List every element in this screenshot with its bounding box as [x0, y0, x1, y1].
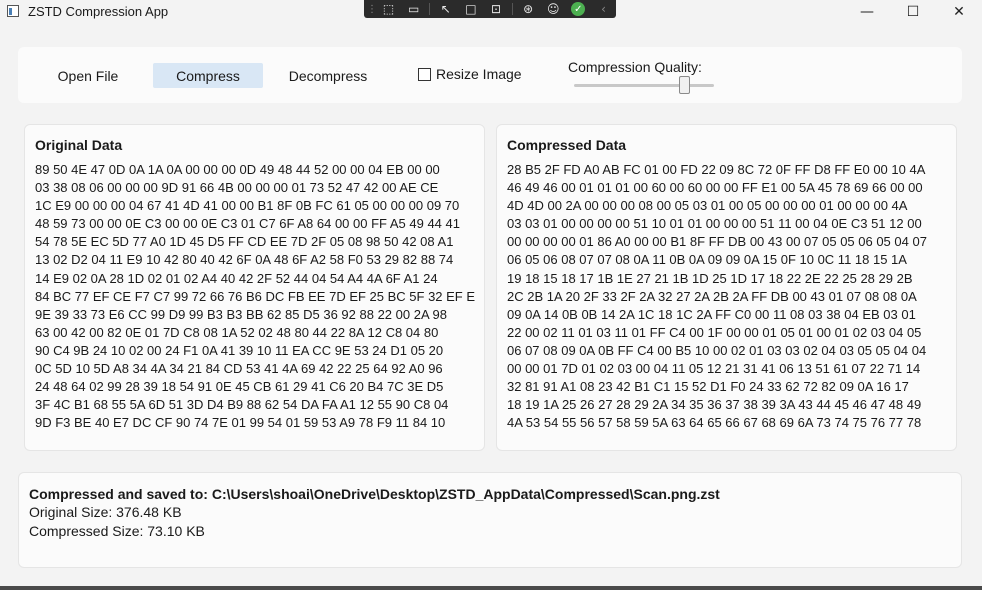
hex-line: 90 C4 9B 24 10 02 00 24 F1 0A 41 39 10 1… — [35, 342, 444, 358]
hex-line: 06 05 06 08 07 07 08 0A 11 0B 0A 09 09 0… — [507, 252, 907, 268]
close-button[interactable]: ✕ — [936, 0, 982, 24]
compression-quality-slider[interactable] — [574, 84, 714, 87]
app-icon — [7, 5, 19, 17]
compression-quality-label: Compression Quality: — [568, 59, 702, 75]
collapse-icon[interactable]: ‹ — [591, 0, 616, 18]
hex-line: 24 48 64 02 99 28 39 18 54 91 0E 45 CB 6… — [35, 379, 444, 395]
resize-image-label: Resize Image — [436, 66, 522, 82]
hex-line: 54 78 5E EC 5D 77 A0 1D 45 D5 FF CD EE 7… — [35, 234, 454, 250]
hex-line: 1C E9 00 00 00 04 67 41 4D 41 00 00 B1 8… — [35, 198, 460, 214]
resize-image-checkbox[interactable] — [418, 67, 431, 81]
compressed-size-text: Compressed Size: 73.10 KB — [29, 523, 205, 539]
original-size-text: Original Size: 376.48 KB — [29, 504, 182, 520]
hex-line: 22 00 02 11 01 03 11 01 FF C4 00 1F 00 0… — [507, 324, 922, 340]
window-capture-icon[interactable]: □ — [458, 0, 483, 18]
hex-line: 19 18 15 18 17 1B 1E 27 21 1B 1D 25 1D 1… — [507, 270, 913, 286]
toolbar-divider — [511, 3, 513, 15]
select-region-icon[interactable]: ⬚ — [376, 0, 401, 18]
decompress-button[interactable]: Decompress — [278, 63, 378, 88]
original-data-content[interactable]: 89 50 4E 47 0D 0A 1A 0A 00 00 00 0D 49 4… — [35, 161, 476, 432]
compress-button[interactable]: Compress — [153, 63, 263, 88]
hex-line: 0C 5D 10 5D A8 34 4A 34 21 84 CD 53 41 4… — [35, 361, 443, 377]
original-data-panel: Original Data 89 50 4E 47 0D 0A 1A 0A 00… — [24, 124, 485, 451]
compression-quality-slider-thumb[interactable] — [679, 76, 691, 94]
pointer-icon[interactable]: ↖ — [433, 0, 458, 18]
ai-icon[interactable]: ⊛ — [516, 0, 541, 18]
record-video-icon[interactable]: ▭ — [401, 0, 426, 18]
resize-image-option[interactable]: Resize Image — [418, 66, 522, 82]
hex-line: 13 02 D2 04 11 E9 10 42 80 40 42 6F 0A 4… — [35, 252, 454, 268]
hex-line: 00 00 01 7D 01 02 03 00 04 11 05 12 21 3… — [507, 361, 921, 377]
accessibility-icon[interactable]: ☺ — [541, 0, 566, 18]
hex-line: 03 38 08 06 00 00 00 9D 91 66 4B 00 00 0… — [35, 180, 439, 196]
compressed-data-panel: Compressed Data 28 B5 2F FD A0 AB FC 01 … — [496, 124, 957, 451]
compressed-data-content[interactable]: 28 B5 2F FD A0 AB FC 01 00 FD 22 09 8C 7… — [507, 161, 948, 432]
hex-line: 2C 2B 1A 20 2F 33 2F 2A 32 27 2A 2B 2A F… — [507, 288, 917, 304]
hex-line: 00 00 00 00 01 86 A0 00 00 B1 8F FF DB 0… — [507, 234, 927, 250]
crop-icon[interactable]: ⊡ — [483, 0, 508, 18]
open-file-button[interactable]: Open File — [48, 63, 128, 88]
hex-line: 9E 39 33 73 E6 CC 99 D9 99 B3 B3 BB 62 8… — [35, 306, 447, 322]
hex-line: 3F 4C B1 68 55 5A 6D 51 3D D4 B9 88 62 5… — [35, 397, 449, 413]
hex-line: 09 0A 14 0B 0B 14 2A 1C 18 1C 2A FF C0 0… — [507, 306, 916, 322]
original-data-title: Original Data — [35, 137, 123, 153]
toolbar-divider — [429, 3, 431, 15]
confirm-icon: ✓ — [571, 2, 586, 16]
hex-line: 46 49 46 00 01 01 01 00 60 00 60 00 00 F… — [507, 180, 923, 196]
hex-line: 63 00 42 00 82 0E 01 7D C8 08 1A 52 02 4… — [35, 324, 439, 340]
compressed-data-title: Compressed Data — [507, 137, 627, 153]
status-panel: Compressed and saved to: C:\Users\shoai\… — [18, 472, 962, 568]
hex-line: 4D 4D 00 2A 00 00 00 08 00 05 03 01 00 0… — [507, 198, 908, 214]
saved-path-text: Compressed and saved to: C:\Users\shoai\… — [29, 486, 720, 502]
title-bar: ZSTD Compression App ⋮ ⬚ ▭ ↖ □ ⊡ ⊛ ☺ ✓ ‹… — [0, 0, 982, 24]
hex-line: 06 07 08 09 0A 0B FF C4 00 B5 10 00 02 0… — [507, 342, 927, 358]
hex-line: 89 50 4E 47 0D 0A 1A 0A 00 00 00 0D 49 4… — [35, 162, 440, 177]
confirm-button[interactable]: ✓ — [566, 0, 591, 18]
taskbar-edge — [0, 586, 982, 590]
drag-handle-icon[interactable]: ⋮ — [367, 0, 377, 18]
maximize-button[interactable]: ☐ — [890, 0, 936, 24]
minimize-button[interactable]: — — [844, 0, 890, 24]
hex-line: 4A 53 54 55 56 57 58 59 5A 63 64 65 66 6… — [507, 415, 922, 431]
hex-line: 28 B5 2F FD A0 AB FC 01 00 FD 22 09 8C 7… — [507, 162, 926, 177]
hex-line: 84 BC 77 EF CE F7 C7 99 72 66 76 B6 DC F… — [35, 288, 476, 304]
hex-line: 48 59 73 00 00 0E C3 00 00 0E C3 01 C7 6… — [35, 216, 460, 232]
window-controls: — ☐ ✕ — [844, 0, 982, 24]
snipping-overlay-toolbar: ⋮ ⬚ ▭ ↖ □ ⊡ ⊛ ☺ ✓ ‹ — [364, 0, 616, 18]
hex-line: 32 81 91 A1 08 23 42 B1 C1 15 52 D1 F0 2… — [507, 379, 909, 395]
hex-line: 14 E9 02 0A 28 1D 02 01 02 A4 40 42 2F 5… — [35, 270, 438, 286]
command-toolbar: Open File Compress Decompress Resize Ima… — [18, 47, 962, 103]
hex-line: 03 03 01 00 00 00 00 51 10 01 01 00 00 0… — [507, 216, 922, 232]
hex-line: 9D F3 BE 40 E7 DC CF 90 74 7E 01 99 54 0… — [35, 415, 446, 431]
hex-line: 18 19 1A 25 26 27 28 29 2A 34 35 36 37 3… — [507, 397, 922, 413]
window-title: ZSTD Compression App — [28, 4, 169, 19]
